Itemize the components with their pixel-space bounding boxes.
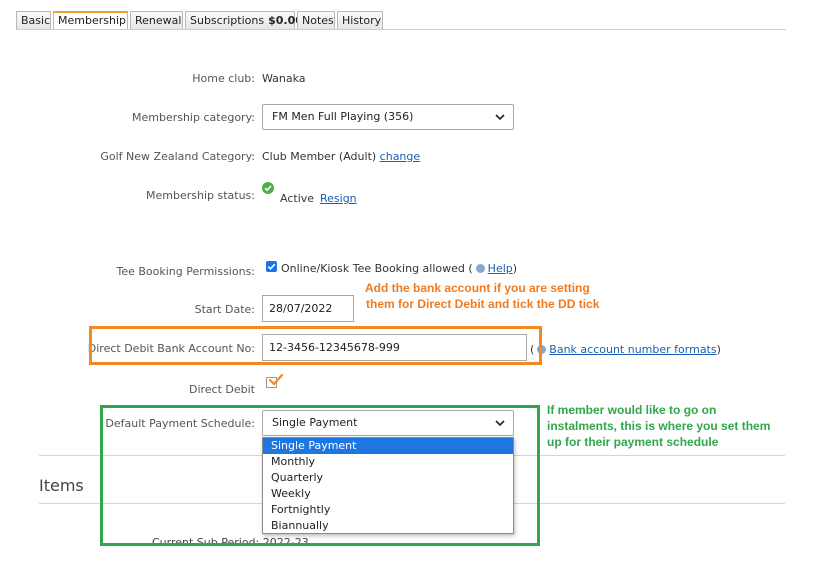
tab-label: History (342, 14, 382, 27)
hand-drawn-tick-icon (268, 373, 284, 386)
membership-category-label: Membership category: (131, 111, 255, 124)
tab-label: Subscriptions (190, 14, 265, 27)
tab-label: Basic (21, 14, 51, 27)
green-annotation-line: up for their payment schedule (547, 435, 719, 449)
tee-booking-option: Online/Kiosk Tee Booking allowed ( Help) (281, 262, 517, 275)
start-date-label: Start Date: (194, 303, 255, 316)
help-icon (475, 264, 485, 273)
gnz-category-value: Club Member (Adult) (262, 150, 377, 163)
home-club-label: Home club: (192, 72, 255, 85)
green-highlight-box (100, 405, 540, 546)
orange-annotation-line: them for Direct Debit and tick the DD ti… (366, 297, 600, 311)
gnz-change-link[interactable]: change (380, 150, 420, 163)
bank-formats-wrap: (Bank account number formats) (530, 343, 721, 356)
chevron-down-icon (495, 114, 505, 121)
resign-link[interactable]: Resign (320, 192, 357, 205)
check-circle-icon (262, 182, 274, 194)
gnz-category-label: Golf New Zealand Category: (100, 150, 255, 163)
tab-label: Renewal (135, 14, 182, 27)
orange-annotation-line: Add the bank account if you are setting (365, 281, 590, 295)
paren-close: ) (512, 262, 518, 275)
bank-formats-link[interactable]: Bank account number formats (549, 343, 716, 356)
green-annotation: If member would like to go on instalment… (547, 402, 807, 450)
tee-booking-checkbox[interactable] (266, 261, 277, 272)
gnz-category-value-wrap: Club Member (Adult) change (262, 150, 420, 163)
tee-booking-label: Tee Booking Permissions: (116, 265, 255, 278)
checkmark-icon (267, 263, 276, 270)
items-heading: Items (39, 476, 84, 495)
tab-label: Notes (302, 14, 334, 27)
home-club-value: Wanaka (262, 72, 306, 85)
membership-category-select[interactable]: FM Men Full Playing (356) (262, 104, 514, 130)
orange-annotation: Add the bank account if you are setting … (365, 280, 599, 312)
tab-divider (16, 29, 786, 30)
green-annotation-line: If member would like to go on (547, 403, 717, 417)
help-link[interactable]: Help (488, 262, 513, 275)
membership-status-value: Active (280, 192, 315, 205)
tab-label: Membership (58, 14, 126, 27)
tab-subscriptions[interactable]: Subscriptions $0.00 (185, 11, 303, 29)
tab-basic[interactable]: Basic (16, 11, 51, 29)
start-date-input[interactable]: 28/07/2022 (262, 295, 354, 322)
tab-history[interactable]: History (337, 11, 383, 29)
direct-debit-label: Direct Debit (188, 383, 255, 396)
membership-status-label: Membership status: (146, 189, 255, 202)
membership-category-value: FM Men Full Playing (356) (272, 110, 414, 123)
orange-highlight-box (89, 326, 542, 365)
tab-notes[interactable]: Notes (297, 11, 335, 29)
tab-membership[interactable]: Membership (53, 11, 128, 30)
start-date-value: 28/07/2022 (269, 302, 333, 315)
tab-renewal[interactable]: Renewal (130, 11, 183, 29)
tee-booking-option-label: Online/Kiosk Tee Booking allowed ( (281, 262, 473, 275)
paren-close: ) (716, 343, 721, 356)
green-annotation-line: instalments, this is where you set them (547, 419, 771, 433)
